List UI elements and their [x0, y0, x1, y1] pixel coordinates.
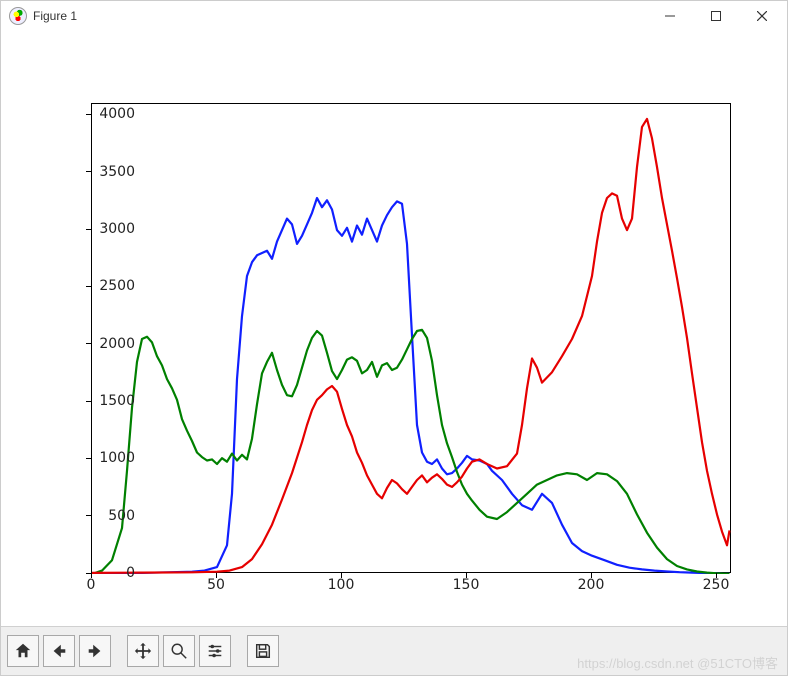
titlebar: Figure 1	[1, 1, 787, 31]
ytick-label: 2500	[85, 278, 135, 294]
zoom-icon	[170, 642, 188, 660]
save-button[interactable]	[247, 635, 279, 667]
ytick-label: 3500	[85, 164, 135, 180]
sliders-icon	[206, 642, 224, 660]
series-svg	[92, 104, 732, 574]
pan-button[interactable]	[127, 635, 159, 667]
minimize-button[interactable]	[647, 1, 693, 31]
save-icon	[254, 642, 272, 660]
maximize-button[interactable]	[693, 1, 739, 31]
xtick-label: 50	[207, 577, 225, 593]
arrow-right-icon	[86, 642, 104, 660]
home-icon	[14, 642, 32, 660]
xtick-label: 150	[453, 577, 480, 593]
minimize-icon	[665, 11, 675, 21]
ytick-label: 3000	[85, 221, 135, 237]
xtick-label: 200	[578, 577, 605, 593]
series-green	[92, 330, 730, 574]
back-button[interactable]	[43, 635, 75, 667]
series-red	[92, 119, 730, 573]
xtick-label: 250	[703, 577, 730, 593]
move-icon	[134, 642, 152, 660]
ytick-label: 1500	[85, 393, 135, 409]
maximize-icon	[711, 11, 721, 21]
figure-window: Figure 1 0 500 1000 1500 2000 2500 3000 3500 400…	[0, 0, 788, 676]
xtick-label: 100	[328, 577, 355, 593]
figure-canvas[interactable]: 0500100015002000250030003500400005010015…	[1, 31, 787, 626]
ytick-label: 1000	[85, 450, 135, 466]
home-button[interactable]	[7, 635, 39, 667]
matplotlib-icon	[9, 7, 27, 25]
forward-button[interactable]	[79, 635, 111, 667]
configure-button[interactable]	[199, 635, 231, 667]
ytick-label: 4000	[85, 106, 135, 122]
xtick-label: 0	[87, 577, 96, 593]
window-title: Figure 1	[33, 9, 77, 23]
ytick-label: 500	[85, 508, 135, 524]
ytick-label: 2000	[85, 336, 135, 352]
watermark-text: https://blog.csdn.net @51CTO博客	[577, 653, 778, 672]
arrow-left-icon	[50, 642, 68, 660]
plot-axes	[91, 103, 731, 573]
series-blue	[92, 198, 730, 574]
close-icon	[757, 11, 767, 21]
close-button[interactable]	[739, 1, 785, 31]
zoom-button[interactable]	[163, 635, 195, 667]
matplotlib-toolbar: https://blog.csdn.net @51CTO博客	[1, 626, 787, 675]
